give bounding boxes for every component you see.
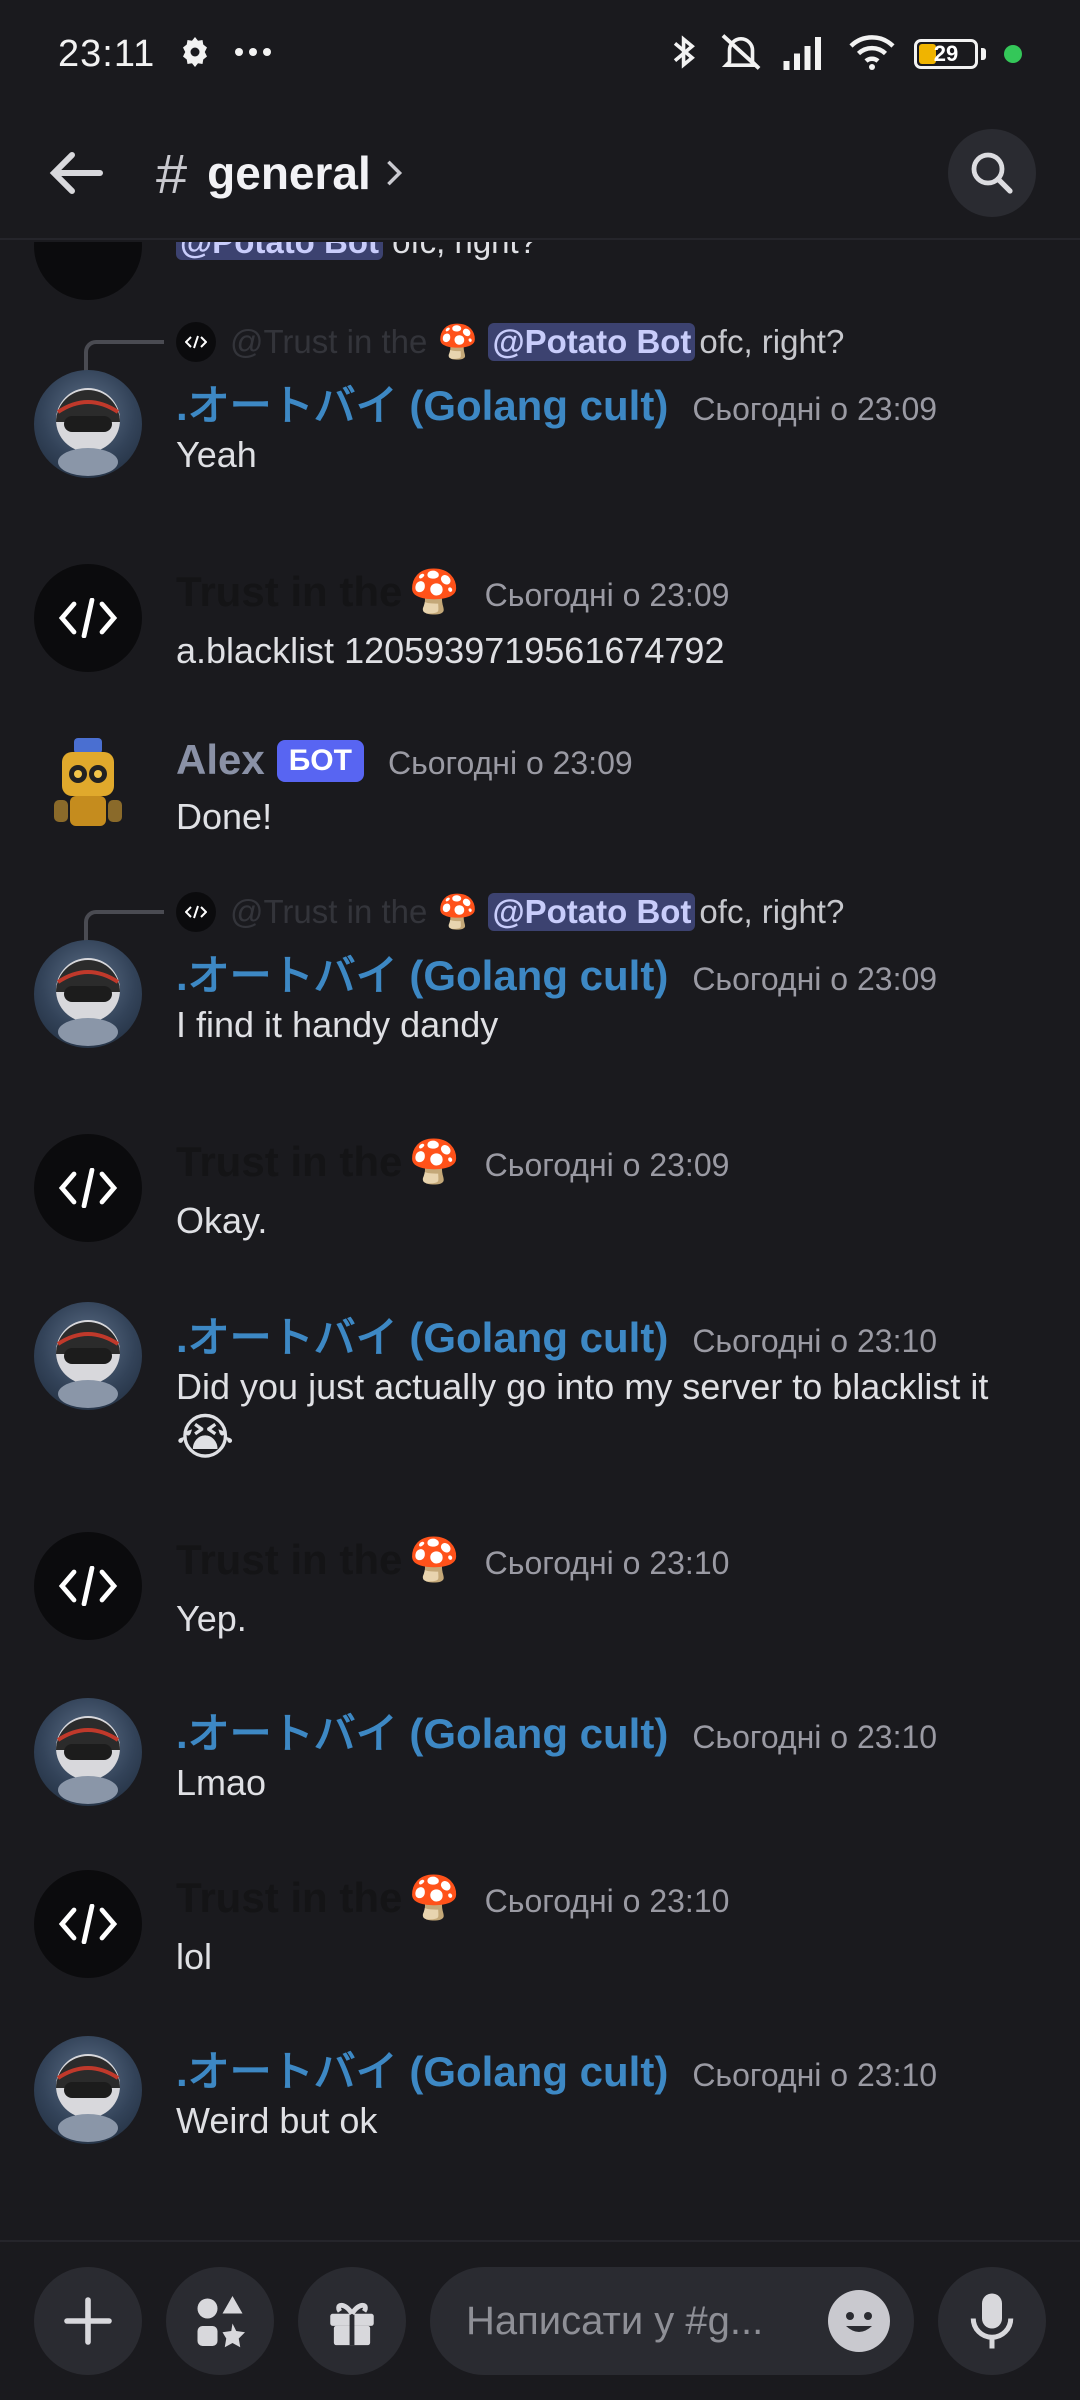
message-author[interactable]: Alex	[176, 736, 265, 784]
bluetooth-icon	[670, 32, 700, 77]
voice-message-button[interactable]	[938, 2267, 1046, 2375]
avatar[interactable]	[34, 370, 142, 478]
message-text: lol	[176, 1936, 213, 1977]
message-text: Done!	[176, 796, 273, 837]
wifi-icon	[848, 33, 896, 76]
plus-icon	[64, 2297, 112, 2345]
message-timestamp: Сьогодні о 23:10	[692, 1719, 938, 1755]
battery-icon: 29	[914, 39, 978, 69]
message-text: Lmao	[176, 1762, 267, 1803]
arrow-left-icon	[49, 152, 103, 194]
battery-level: 29	[933, 41, 959, 66]
microphone-icon	[970, 2293, 1014, 2349]
reply-preview[interactable]: @Trust in the 🍄 @Potato Bot ofc, right?	[176, 892, 844, 932]
avatar[interactable]	[34, 1870, 142, 1978]
message-timestamp: Сьогодні о 23:10	[692, 1323, 938, 1359]
reply-preview[interactable]: @Trust in the 🍄 @Potato Bot ofc, right?	[176, 322, 844, 362]
signal-icon	[782, 34, 830, 75]
message-author[interactable]: Trust in the	[176, 1138, 402, 1186]
message-input-placeholder: Написати у #g...	[466, 2298, 764, 2343]
status-bar: 23:11 29	[0, 0, 1080, 108]
more-dots-icon	[233, 45, 273, 63]
message-text: Did you just actually go into my server …	[176, 1366, 989, 1407]
avatar[interactable]	[34, 940, 142, 1048]
avatar[interactable]	[34, 2036, 142, 2144]
code-icon	[58, 598, 118, 638]
gift-icon	[330, 2302, 374, 2346]
avatar[interactable]	[34, 1134, 142, 1242]
message-text: Weird but ok	[176, 2100, 378, 2141]
channel-header: # general	[0, 108, 1080, 240]
chevron-right-icon[interactable]	[385, 159, 403, 187]
message-list[interactable]: @Potato Bot ofc, right? @Trust in the 🍄 …	[0, 242, 1080, 2236]
message-author[interactable]: .オートバイ (Golang cult)	[176, 1304, 668, 1365]
message-text: Okay.	[176, 1200, 268, 1241]
message-timestamp: Сьогодні о 23:10	[484, 1545, 730, 1581]
avatar[interactable]	[34, 1302, 142, 1410]
avatar[interactable]	[34, 1532, 142, 1640]
avatar[interactable]	[34, 242, 142, 300]
message-timestamp: Сьогодні о 23:10	[484, 1883, 730, 1919]
settings-gear-icon	[177, 34, 213, 75]
privacy-dot-icon	[1004, 45, 1022, 63]
crying-emoji: 😭	[176, 1409, 235, 1465]
message-author[interactable]: .オートバイ (Golang cult)	[176, 2038, 668, 2099]
message-input[interactable]: Написати у #g...	[430, 2267, 914, 2375]
mention[interactable]: @Potato Bot	[176, 242, 383, 260]
channel-name[interactable]: general	[207, 146, 371, 200]
code-icon	[58, 1904, 118, 1944]
apps-button[interactable]	[166, 2267, 274, 2375]
code-icon	[58, 1566, 118, 1606]
message-text: Yep.	[176, 1598, 247, 1639]
back-button[interactable]	[36, 133, 116, 213]
avatar[interactable]	[34, 564, 142, 672]
search-button[interactable]	[948, 129, 1036, 217]
channel-hash-icon: #	[156, 141, 188, 205]
status-time: 23:11	[58, 32, 156, 75]
shapes-icon	[197, 2296, 245, 2348]
code-icon	[58, 1168, 118, 1208]
avatar[interactable]	[34, 1698, 142, 1806]
message-text: I find it handy dandy	[176, 1004, 499, 1045]
message-timestamp: Сьогодні о 23:09	[692, 961, 938, 997]
gift-button[interactable]	[298, 2267, 406, 2375]
message-author[interactable]: .オートバイ (Golang cult)	[176, 942, 668, 1003]
message-timestamp: Сьогодні о 23:09	[692, 391, 938, 427]
reply-avatar	[176, 322, 216, 362]
message-author[interactable]: Trust in the	[176, 568, 402, 616]
emoji-picker-icon[interactable]	[828, 2290, 890, 2352]
message-timestamp: Сьогодні о 23:09	[387, 745, 633, 781]
message-text: Yeah	[176, 434, 257, 475]
message-timestamp: Сьогодні о 23:09	[484, 1147, 730, 1183]
mute-bell-icon	[718, 32, 764, 77]
message-author[interactable]: Trust in the	[176, 1874, 402, 1922]
search-icon	[971, 152, 1013, 194]
reply-avatar	[176, 892, 216, 932]
message-composer: Написати у #g...	[0, 2240, 1080, 2400]
message-author[interactable]: .オートバイ (Golang cult)	[176, 372, 668, 433]
message-text: a.blacklist 1205939719561674792	[176, 630, 725, 671]
message-timestamp: Сьогодні о 23:09	[484, 577, 730, 613]
message-author[interactable]: Trust in the	[176, 1536, 402, 1584]
bot-badge: БОТ	[276, 740, 364, 782]
message-timestamp: Сьогодні о 23:10	[692, 2057, 938, 2093]
add-attachment-button[interactable]	[34, 2267, 142, 2375]
avatar[interactable]	[34, 730, 142, 838]
message-author[interactable]: .オートバイ (Golang cult)	[176, 1700, 668, 1761]
